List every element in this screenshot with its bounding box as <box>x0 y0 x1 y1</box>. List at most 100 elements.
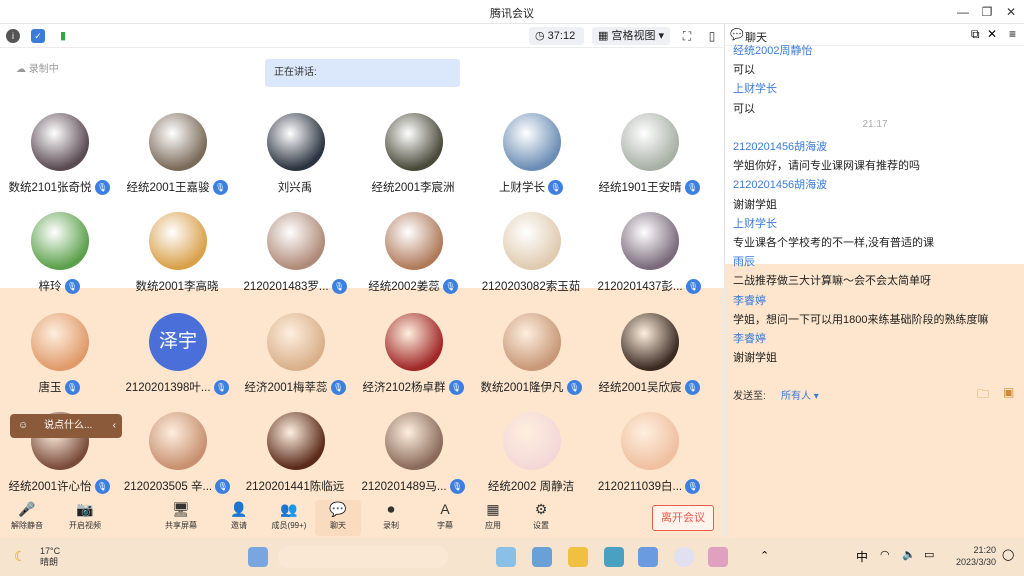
mic-icon: 🎙 <box>442 279 458 295</box>
participant-name: 唐玉 🎙 <box>0 379 118 396</box>
avatar <box>149 113 207 171</box>
file-icon[interactable]: 🗀 <box>977 385 989 406</box>
start-icon[interactable] <box>248 547 268 567</box>
ime-indicator[interactable]: 中 <box>856 548 868 565</box>
participant-tile[interactable]: 经济2102杨卓群 🎙 <box>354 313 472 413</box>
participant-tile[interactable]: 2120201437彭... 🎙 <box>590 212 708 312</box>
chat-timestamp: 21:17 <box>862 118 888 130</box>
control-6-button[interactable]: ⏺ 录制 <box>368 500 414 531</box>
emoji-icon: ☺ <box>18 420 29 431</box>
meeting-timer[interactable]: ◷ 37:12 <box>529 27 584 45</box>
weather-icon: ☾ <box>14 548 27 564</box>
shield-icon[interactable]: ✓ <box>31 29 45 43</box>
participant-tile[interactable]: 经济2001梅莘蕊 🎙 <box>236 313 354 413</box>
chat-close-icon[interactable]: ✕ <box>987 27 997 41</box>
info-icon[interactable]: i <box>6 29 20 43</box>
chat-sender: 2120201456胡海波 <box>733 179 828 192</box>
participant-tile[interactable]: 唐玉 🎙 <box>0 313 118 413</box>
control-1-button[interactable]: 📷 开启视频 <box>62 500 108 531</box>
mic-icon: 🎙 <box>685 479 701 495</box>
screenshot-icon[interactable]: ▣ <box>1003 385 1014 399</box>
participant-tile[interactable]: 经统2001吴欣宸 🎙 <box>590 313 708 413</box>
avatar <box>621 212 679 270</box>
participant-tile[interactable]: 经统2001王嘉骏 🎙 <box>118 113 236 213</box>
mic-icon: 🎙 <box>448 380 464 396</box>
participant-tile[interactable]: 数统2001隆伊凡 🎙 <box>472 313 590 413</box>
wifi-icon[interactable]: ◠ <box>880 548 890 561</box>
participant-tile[interactable]: 数统2101张奇悦 🎙 <box>0 113 118 213</box>
mic-icon: 🎙 <box>684 180 700 196</box>
minimize-icon[interactable]: — <box>952 2 974 22</box>
participant-tile[interactable]: 2120201489马... 🎙 <box>354 412 472 512</box>
chat-message: 专业课各个学校考的不一样,没有普适的课 <box>733 237 935 249</box>
participant-tile[interactable]: 2120203082索玉茹 <box>472 212 590 312</box>
chat-sender: 经统2002周静怡 <box>733 45 813 57</box>
close-icon[interactable]: ✕ <box>1000 2 1022 22</box>
participant-tile[interactable]: 2120201483罗... 🎙 <box>236 212 354 312</box>
participant-name: 经统1901王安晴 🎙 <box>590 179 708 196</box>
control-2-button[interactable]: 🖥 共享屏幕 <box>158 500 204 531</box>
participant-tile[interactable]: 梓玲 🎙 <box>0 212 118 312</box>
control-3-button[interactable]: 👤 邀请 <box>216 500 262 531</box>
battery-icon[interactable]: ▭ <box>924 548 934 561</box>
popout-icon[interactable]: ⧉ <box>971 27 980 42</box>
control-0-button[interactable]: 🎤 解除静音 <box>4 500 50 531</box>
app-icon[interactable] <box>496 547 516 567</box>
participant-tile[interactable]: 经统2002姜蕊 🎙 <box>354 212 472 312</box>
participant-tile[interactable]: 2120201441陈临远 <box>236 412 354 512</box>
participant-tile[interactable]: 上财学长 🎙 <box>472 113 590 213</box>
control-label: 邀请 <box>231 521 247 530</box>
view-dropdown[interactable]: ▦ 宫格视图 ▾ <box>592 27 670 45</box>
chat-sender: 上财学长 <box>733 83 777 96</box>
participant-name: 2120201398叶... 🎙 <box>118 379 236 396</box>
video-grid: ☁ 录制中 正在讲话: 数统2101张奇悦 🎙 经统2001王嘉骏 🎙 刘兴禹 经统200… <box>0 48 724 546</box>
recipient-select[interactable]: 所有人 ▾ <box>781 387 819 402</box>
taskbar-search[interactable] <box>278 546 448 568</box>
store-icon[interactable] <box>604 547 624 567</box>
signal-icon[interactable]: ▮ <box>56 29 70 43</box>
participant-tile[interactable]: 泽宇 2120201398叶... 🎙 <box>118 313 236 413</box>
participant-tile[interactable]: 经统2001李宸洲 <box>354 113 472 213</box>
leave-meeting-button[interactable]: 离开会议 <box>652 505 714 531</box>
restore-icon[interactable]: ❐ <box>976 2 998 22</box>
participant-name: 2120203082索玉茹 <box>481 281 581 293</box>
app2-icon[interactable] <box>708 547 728 567</box>
grid-icon: ▦ <box>598 30 612 42</box>
participant-name: 2120201489马... 🎙 <box>354 478 472 495</box>
fullscreen-icon[interactable]: ⛶ <box>680 29 694 43</box>
participant-tile[interactable]: 数统2001李高晓 <box>118 212 236 312</box>
volume-icon[interactable]: 🔈 <box>902 548 916 561</box>
notification-icon[interactable]: ◯ <box>1002 548 1014 561</box>
meeting-controls: 🎤 解除静音 📷 开启视频 🖥 共享屏幕 👤 邀请 👥 成员(99+) 💬 聊天 ⏺ 录制 A 字幕 ▦ 应用 ⚙ 设… <box>0 498 724 538</box>
participant-tile[interactable]: 2120211039白... 🎙 <box>590 412 708 512</box>
control-9-button[interactable]: ⚙ 设置 <box>518 500 564 531</box>
tencent-meeting-icon[interactable] <box>638 547 658 567</box>
control-icon: 🖥 <box>172 501 190 517</box>
participant-name: 2120203505 辛... 🎙 <box>118 478 236 495</box>
browser-icon[interactable] <box>674 547 694 567</box>
chat-message: 学姐你好，请问专业课网课有推荐的吗 <box>733 160 920 173</box>
control-8-button[interactable]: ▦ 应用 <box>470 500 516 531</box>
participant-name: 经济2102杨卓群 🎙 <box>354 379 472 396</box>
mail-icon[interactable] <box>532 547 552 567</box>
participant-tile[interactable]: 2120203505 辛... 🎙 <box>118 412 236 512</box>
avatar <box>503 113 561 171</box>
tray-chevron-icon[interactable]: ⌃ <box>760 549 769 562</box>
system-clock[interactable]: 21:20 2023/3/30 <box>952 544 996 568</box>
participant-tile[interactable]: 经统1901王安晴 🎙 <box>590 113 708 213</box>
control-icon: 🎤 <box>18 501 36 517</box>
folder-icon[interactable] <box>568 547 588 567</box>
control-5-button[interactable]: 💬 聊天 <box>315 500 361 536</box>
collapse-icon[interactable]: ‹ <box>113 414 116 438</box>
participant-tile[interactable]: 刘兴禹 <box>236 113 354 213</box>
control-7-button[interactable]: A 字幕 <box>422 500 468 531</box>
control-4-button[interactable]: 👥 成员(99+) <box>266 500 312 531</box>
clock-icon: ◷ <box>535 30 548 42</box>
quick-chat-input[interactable]: ☺ 说点什么... ‹ <box>10 414 122 438</box>
participant-name: 经统2001吴欣宸 🎙 <box>590 379 708 396</box>
menu-icon[interactable]: ≡ <box>1009 27 1016 41</box>
sidebar-toggle-icon[interactable]: ▯ <box>705 29 719 43</box>
weather-widget[interactable]: 17°C 晴朗 <box>40 546 60 568</box>
participant-tile[interactable]: 经统2002 周静洁 <box>472 412 590 512</box>
avatar <box>503 412 561 470</box>
